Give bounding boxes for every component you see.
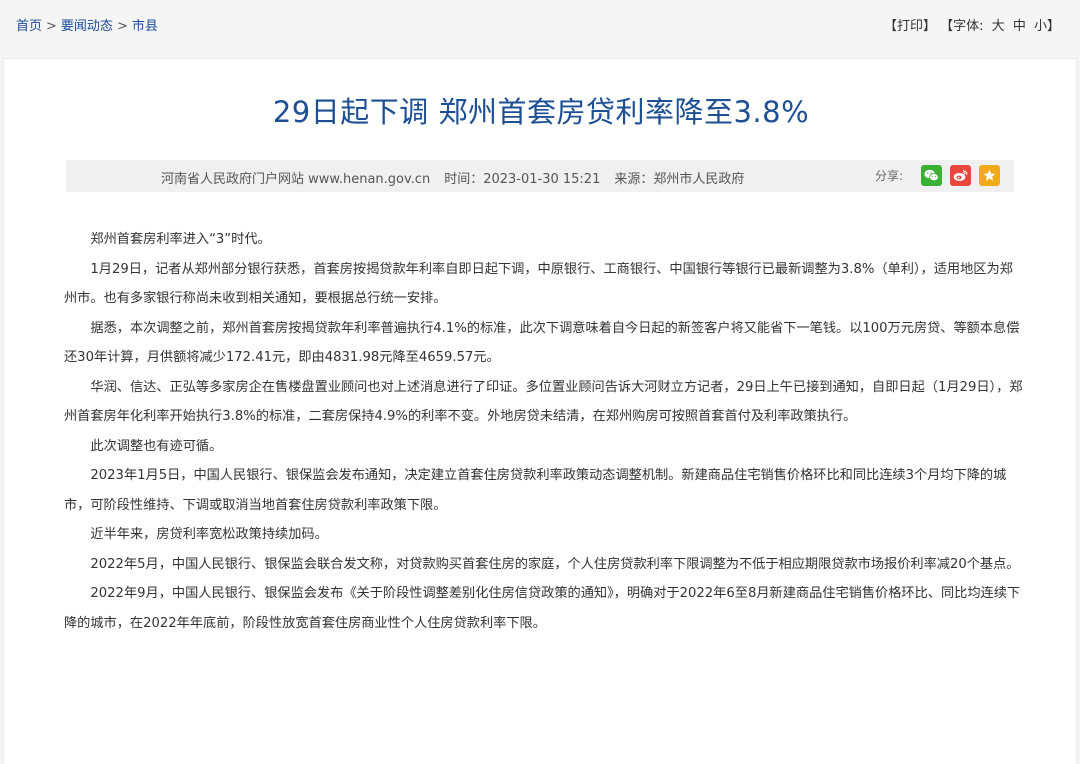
favorite-share-button[interactable]	[979, 165, 1000, 186]
article-paragraph: 此次调整也有迹可循。	[90, 438, 223, 454]
favorite-icon	[983, 169, 996, 181]
print-button[interactable]: 【打印】	[884, 19, 936, 34]
breadcrumb-home[interactable]: 首页	[16, 19, 42, 34]
page-tools: 【打印】 【字体: 大 中 小】	[884, 15, 1060, 34]
article-paragraph: 据悉，本次调整之前，郑州首套房按揭贷款年利率普遍执行4.1%的标准，此次下调意味…	[64, 320, 1020, 366]
article-paragraph: 郑州首套房利率进入“3”时代。	[90, 232, 271, 247]
font-size-suffix: 】	[1046, 19, 1060, 34]
article-paragraph: 2022年9月，中国人民银行、银保监会发布《关于阶段性调整差别化住房信贷政策的通…	[64, 586, 1021, 631]
font-size-medium-button[interactable]: 中	[1013, 19, 1026, 34]
weibo-icon	[953, 170, 968, 181]
article-meta-bar: 河南省人民政府门户网站 www.henan.gov.cn 时间：2023-01-3…	[66, 160, 1014, 192]
breadcrumb-section[interactable]: 要闻动态	[61, 19, 113, 34]
article-paragraph: 华润、信达、正弘等多家房企在售楼盘置业顾问也对上述消息进行了印证。多位置业顾问告…	[64, 379, 1023, 425]
breadcrumb-separator: >	[46, 19, 57, 34]
breadcrumb-current[interactable]: 市县	[132, 19, 158, 34]
weibo-share-button[interactable]	[950, 165, 971, 186]
breadcrumb-separator: >	[116, 19, 128, 34]
breadcrumb: 首页 > 要闻动态 > 市县	[16, 15, 158, 34]
wechat-share-button[interactable]	[921, 165, 942, 186]
article-paragraph: 2022年5月，中国人民银行、银保监会联合发文称，对贷款购买首套住房的家庭，个人…	[90, 556, 1020, 572]
article-meta: 河南省人民政府门户网站 www.henan.gov.cn 时间：2023-01-3…	[161, 168, 744, 187]
font-size-large-button[interactable]: 大	[992, 19, 1005, 34]
share-bar: 分享:	[875, 165, 1000, 186]
article-body: 郑州首套房利率进入“3”时代。 1月29日，记者从郑州部分银行获悉，首套房按揭贷…	[64, 225, 1024, 638]
meta-source: 来源：郑州市人民政府	[614, 172, 745, 187]
article-title: 29日起下调 郑州首套房贷利率降至3.8%	[272, 95, 810, 129]
share-label: 分享:	[874, 169, 903, 183]
meta-site: 河南省人民政府门户网站 www.henan.gov.cn	[161, 172, 431, 187]
top-bar: 首页 > 要闻动态 > 市县 【打印】 【字体: 大 中 小】	[0, 0, 1080, 46]
font-size-small-button[interactable]: 小	[1034, 19, 1047, 34]
article-paragraph: 2023年1月5日，中国人民银行、银保监会发布通知，决定建立首套住房贷款利率政策…	[64, 468, 1007, 513]
meta-time: 时间：2023-01-30 15:21	[444, 172, 601, 187]
article-paragraph: 1月29日，记者从郑州部分银行获悉，首套房按揭贷款年利率自即日起下调，中原银行、…	[64, 261, 1013, 307]
article-paragraph: 近半年来，房贷利率宽松政策持续加码。	[90, 527, 328, 542]
article-card: 29日起下调 郑州首套房贷利率降至3.8% 河南省人民政府门户网站 www.he…	[3, 58, 1077, 764]
wechat-icon	[924, 169, 939, 182]
font-size-label: 【字体:	[940, 19, 984, 34]
